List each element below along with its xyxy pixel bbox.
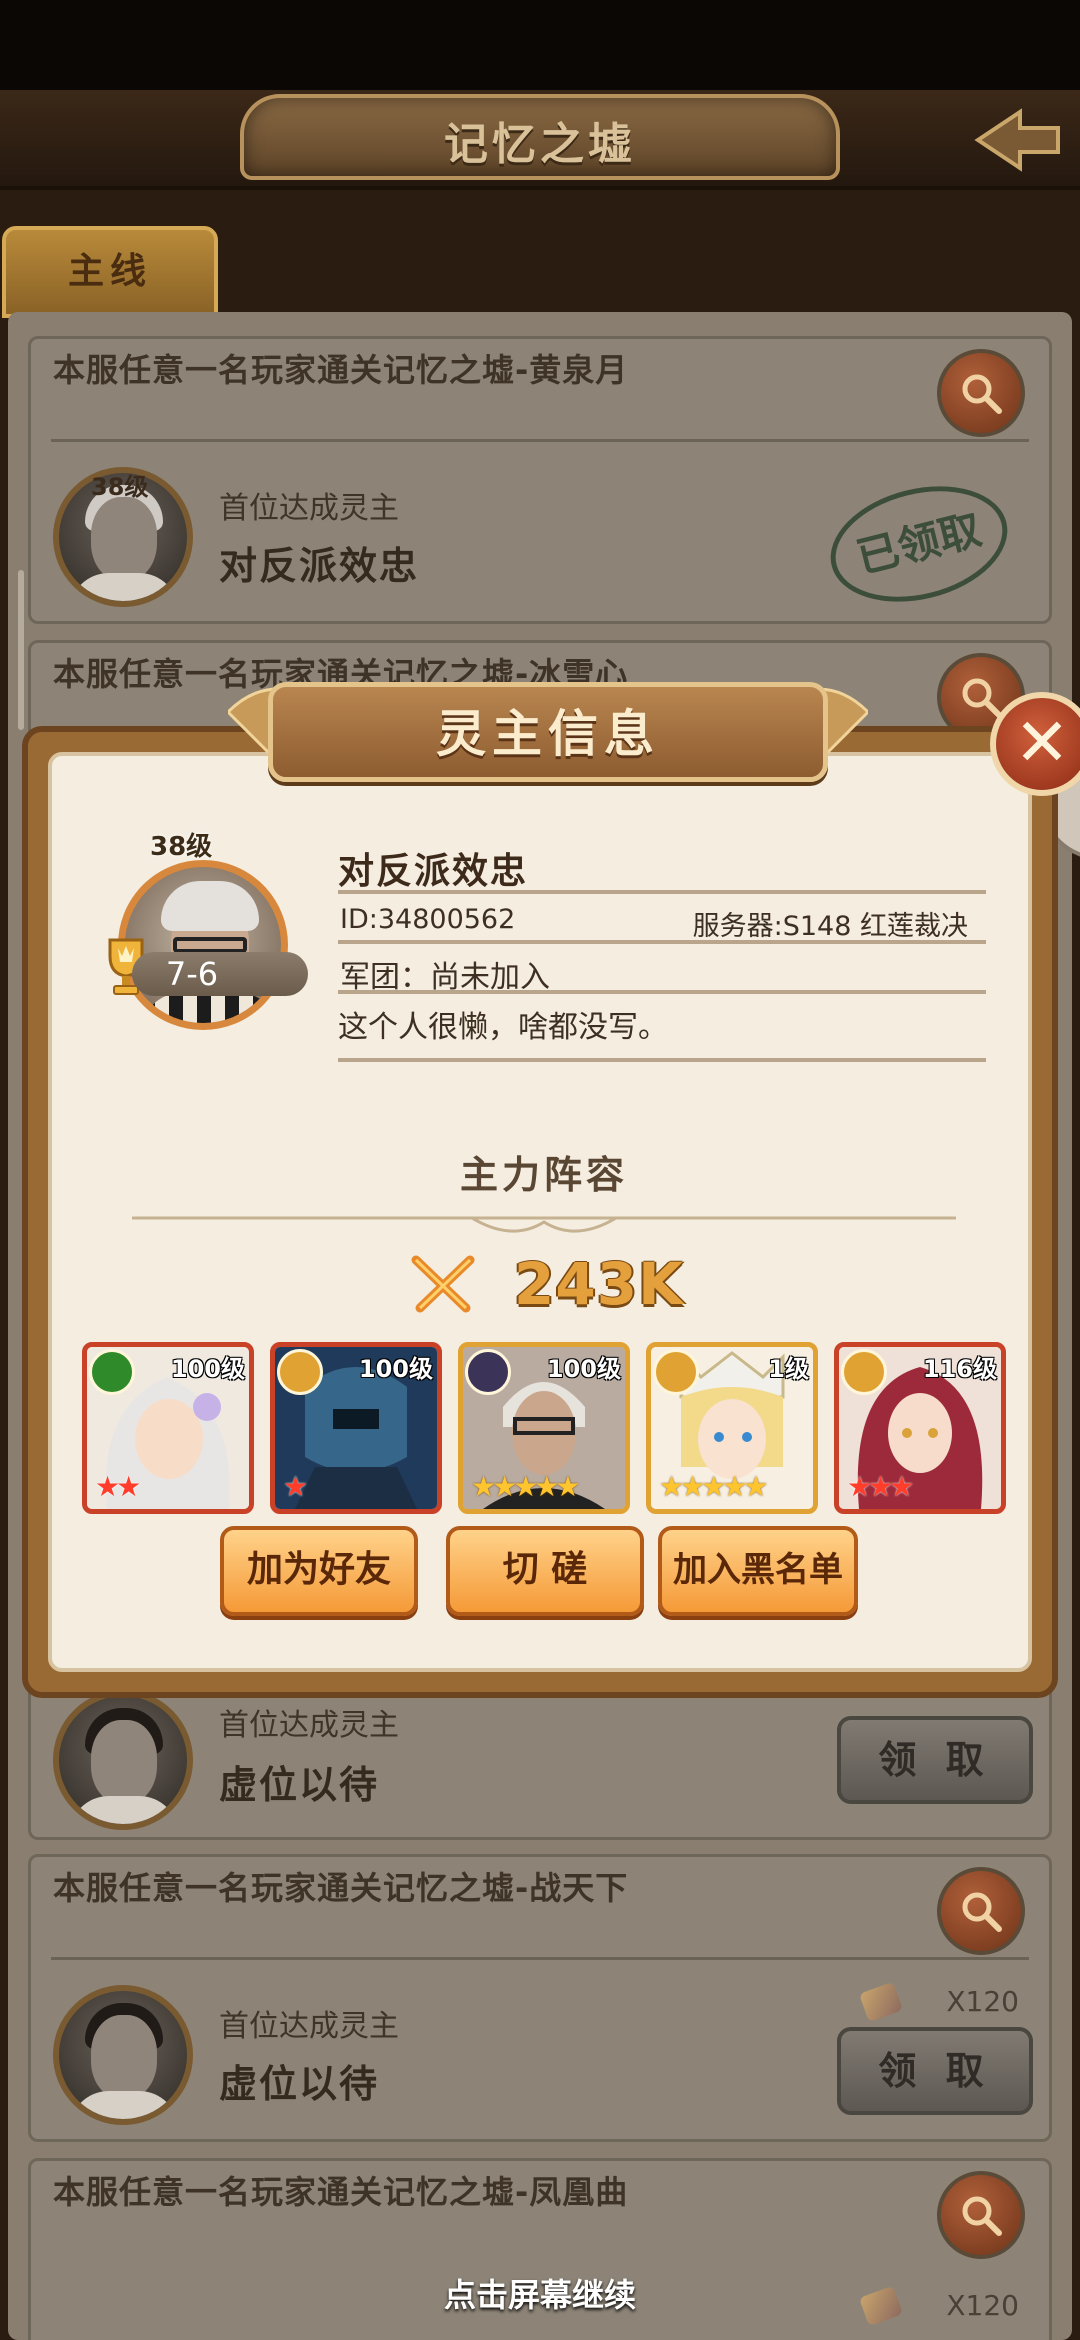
divider	[338, 940, 986, 944]
quest-subtitle: 首位达成灵主	[219, 2009, 399, 2044]
spar-button[interactable]: 切 磋	[446, 1526, 644, 1616]
player-motto: 这个人很懒，啥都没写。	[338, 1010, 668, 1045]
quest-player-name: 虚位以待	[219, 1763, 380, 1807]
divider	[338, 990, 986, 994]
divider	[51, 439, 1029, 442]
quest-card: 本服任意一名玩家通关记忆之墟-战天下 首位达成灵主 虚位以待 X120 领 取	[28, 1854, 1052, 2142]
hero-stars: ★★★★★	[659, 1470, 768, 1503]
faction-icon	[277, 1349, 323, 1395]
hero-card[interactable]: 100级 ★★	[82, 1342, 254, 1514]
divider	[338, 1058, 986, 1062]
faction-icon	[653, 1349, 699, 1395]
tab-main-story-label: 主线	[67, 251, 152, 292]
app-screen: 记忆之墟 主线 本服任意一名玩家通关记忆之墟-黄泉月 38级 首位达成灵主 对反…	[0, 0, 1080, 2340]
hero-card[interactable]: 100级 ★	[270, 1342, 442, 1514]
hero-card[interactable]: 100级 ★★★★★	[458, 1342, 630, 1514]
top-header: 记忆之墟	[0, 90, 1080, 190]
quest-title: 本服任意一名玩家通关记忆之墟-战天下	[53, 1869, 629, 1907]
quest-title: 本服任意一名玩家通关记忆之墟-黄泉月	[53, 351, 629, 389]
claim-button[interactable]: 领 取	[837, 2027, 1033, 2115]
search-icon[interactable]	[937, 2171, 1025, 2259]
player-server: 服务器:S148 红莲裁决	[692, 911, 968, 942]
reward-count: X120	[946, 1985, 1019, 2018]
search-icon[interactable]	[937, 349, 1025, 437]
hero-level: 100级	[358, 1355, 433, 1383]
hero-stars: ★	[283, 1470, 308, 1503]
faction-icon	[841, 1349, 887, 1395]
player-id: ID:34800562	[340, 904, 516, 935]
avatar[interactable]	[53, 1985, 193, 2125]
tab-main-story[interactable]: 主线	[2, 226, 218, 318]
quest-subtitle: 首位达成灵主	[219, 491, 399, 526]
player-info-modal: 38级 7-6 对反派效忠 ID:34800562 服务器:S148 红莲裁决 …	[22, 682, 1080, 1698]
close-button[interactable]: ✕	[990, 692, 1080, 796]
scrollbar-thumb[interactable]	[18, 570, 24, 730]
gem-icon	[858, 1981, 904, 2023]
faction-icon	[465, 1349, 511, 1395]
quest-player-name: 对反派效忠	[219, 544, 420, 588]
quest-card: 本服任意一名玩家通关记忆之墟-黄泉月 38级 首位达成灵主 对反派效忠 已领取	[28, 336, 1052, 624]
hero-level: 100级	[170, 1355, 245, 1383]
quest-title: 本服任意一名玩家通关记忆之墟-凤凰曲	[53, 2173, 629, 2211]
hero-card[interactable]: 1级 ★★★★★	[646, 1342, 818, 1514]
rank-value: 7-6	[165, 955, 219, 993]
hero-level: 1级	[768, 1355, 809, 1383]
crossed-swords-icon	[411, 1255, 475, 1313]
blacklist-button[interactable]: 加入黑名单	[658, 1526, 858, 1616]
add-friend-button[interactable]: 加为好友	[220, 1526, 418, 1616]
back-arrow-icon[interactable]	[968, 98, 1068, 182]
modal-content: 38级 7-6 对反派效忠 ID:34800562 服务器:S148 红莲裁决 …	[48, 752, 1032, 1672]
tap-to-continue-hint[interactable]: 点击屏幕继续	[0, 2270, 1080, 2316]
claim-button[interactable]: 领 取	[837, 1716, 1033, 1804]
hero-stars: ★★	[95, 1470, 141, 1503]
close-icon: ✕	[1014, 704, 1070, 781]
claimed-stamp: 已领取	[818, 468, 1020, 620]
modal-title-banner: 灵主信息	[228, 672, 868, 792]
faction-icon	[89, 1349, 135, 1395]
search-icon[interactable]	[937, 1867, 1025, 1955]
player-name: 对反派效忠	[338, 851, 529, 892]
player-level: 38级	[150, 832, 213, 862]
divider	[51, 1957, 1029, 1960]
hero-stars: ★★★★★	[471, 1470, 580, 1503]
page-title: 记忆之墟	[444, 119, 636, 170]
hero-stars: ★★★	[847, 1470, 914, 1503]
avatar-level: 38级	[91, 473, 149, 501]
avatar[interactable]	[53, 1690, 193, 1830]
status-bar	[0, 0, 1080, 90]
divider	[338, 890, 986, 894]
hero-card[interactable]: 116级 ★★★	[834, 1342, 1006, 1514]
lineup-title: 主力阵容	[459, 1153, 628, 1197]
ornament-divider	[132, 1216, 956, 1233]
hero-level: 116级	[922, 1355, 997, 1383]
modal-title: 灵主信息	[436, 705, 660, 763]
combat-power: 243K	[514, 1250, 685, 1318]
hero-level: 100级	[546, 1355, 621, 1383]
quest-player-name: 虚位以待	[219, 2062, 380, 2106]
quest-subtitle: 首位达成灵主	[219, 1708, 399, 1743]
hero-lineup: 100级 ★★ 100级 ★ 100级 ★★★★★ 1级 ★★★★★ 116级 …	[82, 1342, 1012, 1518]
